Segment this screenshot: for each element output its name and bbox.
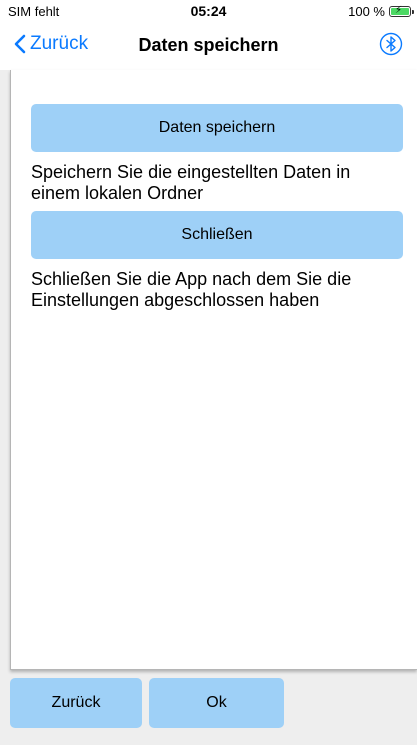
navigation-bar: Zurück Daten speichern: [0, 22, 417, 70]
close-description: Schließen Sie die App nach dem Sie die E…: [31, 269, 352, 310]
save-description: Speichern Sie die eingestellten Daten in…: [31, 162, 351, 203]
status-bar: SIM fehlt 05:24 100 % ⚡: [0, 0, 417, 22]
battery-icon: ⚡: [389, 5, 414, 17]
page-title: Daten speichern: [138, 35, 279, 55]
bluetooth-icon: [379, 32, 403, 56]
bluetooth-button[interactable]: [379, 32, 403, 61]
save-data-button[interactable]: Daten speichern: [31, 104, 403, 152]
battery-percentage: 100 %: [348, 4, 385, 19]
ok-button[interactable]: Ok: [149, 678, 284, 728]
charging-bolt-icon: ⚡: [395, 5, 403, 16]
close-app-button[interactable]: Schließen: [31, 211, 403, 259]
battery-status: 100 % ⚡: [348, 4, 414, 19]
content-panel: Daten speichern Speichern Sie die einges…: [10, 70, 417, 670]
footer-back-button[interactable]: Zurück: [10, 678, 142, 728]
